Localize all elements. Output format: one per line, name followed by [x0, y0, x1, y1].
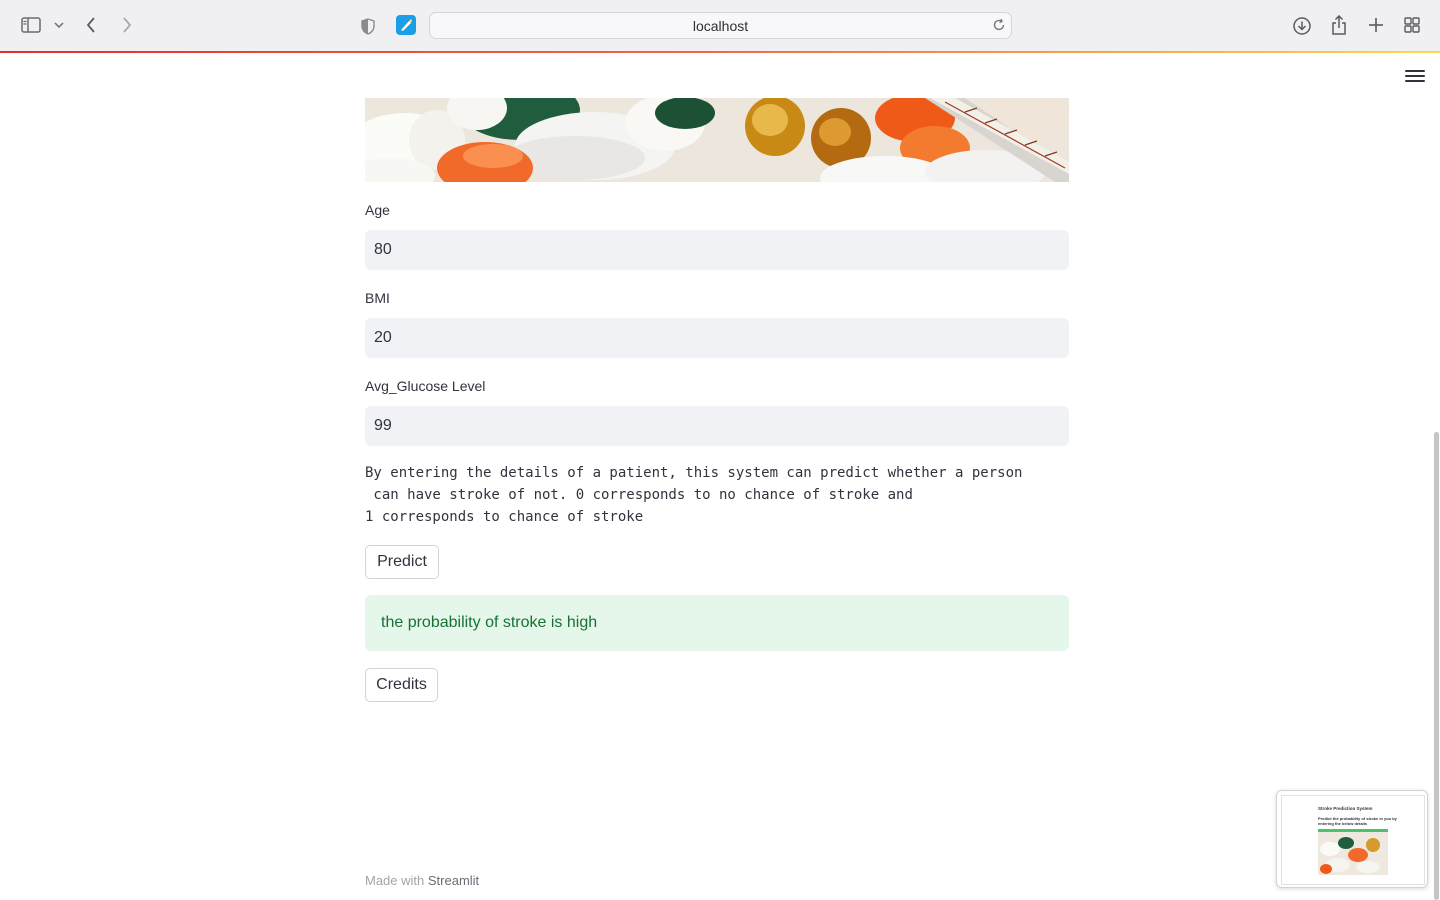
- banner-image: [365, 98, 1069, 182]
- glucose-input-value: 99: [374, 417, 392, 434]
- thumbnail-image: [1318, 829, 1388, 875]
- bmi-input[interactable]: 20: [365, 318, 1069, 358]
- streamlit-decoration-bar: [0, 51, 1440, 53]
- shield-icon[interactable]: [359, 16, 377, 36]
- share-icon[interactable]: [1330, 14, 1348, 36]
- address-bar[interactable]: localhost: [429, 12, 1012, 39]
- thumbnail-title: Stroke Prediction System: [1318, 806, 1373, 811]
- new-tab-icon[interactable]: [1367, 16, 1385, 34]
- age-label: Age: [365, 202, 390, 218]
- page-scrollbar[interactable]: [1434, 432, 1439, 900]
- thumbnail-page: Stroke Prediction System Predict the pro…: [1281, 795, 1425, 885]
- bmi-input-value: 20: [374, 329, 392, 346]
- page-snapshot-thumbnail[interactable]: Stroke Prediction System Predict the pro…: [1276, 790, 1428, 888]
- streamlit-tab-icon[interactable]: [396, 15, 416, 35]
- reload-icon[interactable]: [992, 17, 1006, 36]
- predict-button[interactable]: Predict: [365, 545, 439, 579]
- prediction-result-alert: the probability of stroke is high: [365, 595, 1069, 651]
- thumbnail-subtitle: Predict the probability of stroke in you…: [1318, 816, 1397, 826]
- url-text: localhost: [692, 17, 749, 34]
- hamburger-menu-icon[interactable]: [1405, 70, 1425, 86]
- footer-prefix: Made with: [365, 873, 428, 888]
- forward-arrow-icon[interactable]: [118, 15, 136, 35]
- footer: Made with Streamlit: [365, 873, 479, 888]
- credits-button[interactable]: Credits: [365, 668, 438, 702]
- streamlit-link[interactable]: Streamlit: [428, 873, 479, 888]
- back-arrow-icon[interactable]: [82, 15, 100, 35]
- sidebar-toggle-icon[interactable]: [20, 16, 42, 34]
- glucose-label: Avg_Glucose Level: [365, 378, 486, 394]
- download-icon[interactable]: [1292, 16, 1312, 36]
- bmi-label: BMI: [365, 290, 390, 306]
- description-text: By entering the details of a patient, th…: [365, 465, 1023, 525]
- chevron-down-icon[interactable]: [53, 19, 65, 31]
- age-input[interactable]: 80: [365, 230, 1069, 270]
- prediction-result-text: the probability of stroke is high: [381, 614, 598, 631]
- browser-toolbar: localhost: [0, 0, 1440, 52]
- age-input-value: 80: [374, 241, 392, 258]
- glucose-input[interactable]: 99: [365, 406, 1069, 446]
- tab-overview-icon[interactable]: [1403, 16, 1421, 34]
